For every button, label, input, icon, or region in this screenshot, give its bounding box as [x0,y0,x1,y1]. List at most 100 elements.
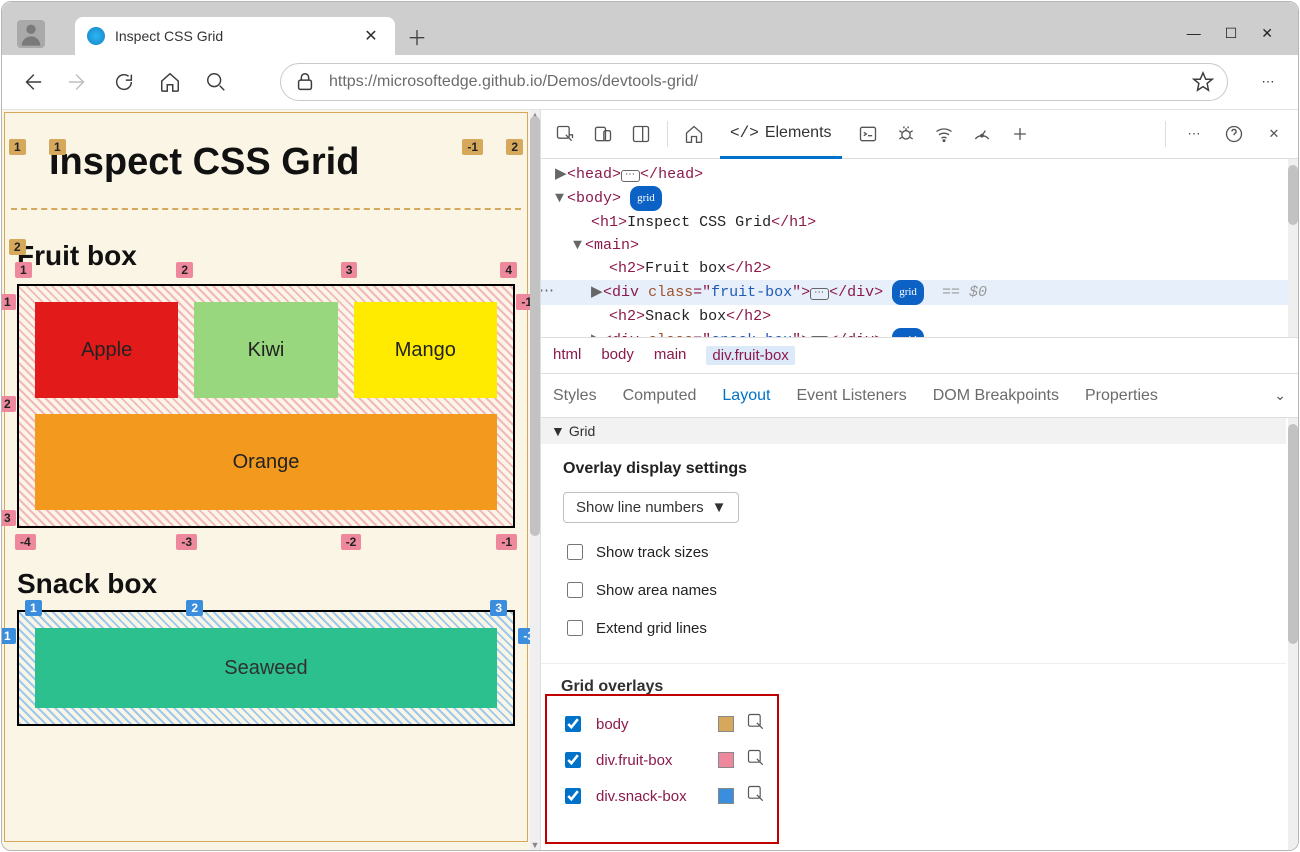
overlay-checkbox[interactable] [565,716,581,732]
fruit-col-marker: -3 [176,534,197,550]
grid-section-header[interactable]: ▼ Grid [541,418,1286,444]
fruit-col-marker: -1 [496,534,517,550]
snack-row-marker: 1 [2,628,16,644]
lock-icon[interactable] [293,70,317,94]
edge-favicon-icon [87,27,105,45]
body-col-marker: 1 [49,139,66,155]
snack-col-marker: 2 [186,600,203,616]
crumb-item[interactable]: html [553,346,581,365]
overlay-checkbox[interactable] [565,752,581,768]
browser-tab[interactable]: Inspect CSS Grid ✕ [75,17,395,55]
page-h1: Inspect CSS Grid [49,141,523,184]
welcome-icon[interactable] [682,122,706,146]
sources-bug-icon[interactable] [894,122,918,146]
console-icon[interactable] [856,122,880,146]
line-numbers-dropdown[interactable]: Show line numbers ▼ [563,492,739,523]
device-toggle-icon[interactable] [591,122,615,146]
layout-scrollbar[interactable] [1288,418,1298,850]
snack-grid: Seaweed [17,610,515,726]
fruit-row-marker: -1 [516,294,530,310]
tab-close-icon[interactable]: ✕ [359,24,383,48]
overlay-settings-heading: Overlay display settings [563,460,1264,478]
url-text: https://microsoftedge.github.io/Demos/de… [329,73,1179,91]
close-window-icon[interactable]: ✕ [1261,25,1273,42]
help-icon[interactable] [1222,122,1246,146]
crumb-item[interactable]: main [654,346,687,365]
snack-seaweed: Seaweed [35,628,497,708]
settings-dots-icon[interactable]: ⋯ [1182,122,1206,146]
dom-tree[interactable]: ▶<head>⋯</head> ▼<body> grid <h1>Inspect… [541,159,1298,337]
forward-icon [66,70,90,94]
new-tab-button[interactable]: ＋ [400,19,434,53]
body-col-marker: -1 [462,139,483,155]
overlay-color-swatch[interactable] [718,716,734,732]
pane-computed[interactable]: Computed [623,387,697,405]
fruit-kiwi: Kiwi [194,302,337,398]
fruit-orange: Orange [35,414,497,510]
fruit-box-wrapper: 1 2 3 4 1 2 3 -1 -4 -3 -2 -1 Appl [17,284,515,528]
reveal-element-icon[interactable] [746,712,766,736]
fruit-row-marker: 1 [2,294,16,310]
fruit-mango: Mango [354,302,497,398]
crumb-item[interactable]: body [601,346,634,365]
back-icon[interactable] [20,70,44,94]
refresh-icon[interactable] [112,70,136,94]
home-icon[interactable] [158,70,182,94]
grid-overlays-section: Grid overlays body div.fruit-box [541,664,1286,828]
maximize-icon[interactable]: ☐ [1225,25,1238,42]
inspect-element-icon[interactable] [553,122,577,146]
pane-styles[interactable]: Styles [553,387,597,405]
tab-title: Inspect CSS Grid [115,28,349,44]
code-icon: </> [730,124,759,142]
overlay-checkbox[interactable] [565,788,581,804]
fruit-col-marker: -2 [341,534,362,550]
check-track-sizes[interactable]: Show track sizes [563,533,1264,571]
nav-bar: https://microsoftedge.github.io/Demos/de… [2,55,1298,110]
snack-box-wrapper: 1 2 3 1 -3 Seaweed [17,610,515,726]
tab-bar: Inspect CSS Grid ✕ ＋ — ☐ ✕ [2,2,1298,55]
snack-row-marker: -3 [518,628,530,644]
snack-col-marker: 3 [490,600,507,616]
snack-heading: Snack box [17,568,523,600]
chevron-down-icon[interactable]: ⌄ [1274,387,1286,404]
overlay-color-swatch[interactable] [718,752,734,768]
close-devtools-icon[interactable]: ✕ [1262,122,1286,146]
elements-tab[interactable]: </> Elements [720,110,842,159]
fruit-grid: Apple Kiwi Mango Orange [17,284,515,528]
overlay-item-fruit: div.fruit-box [561,742,1266,778]
check-area-names[interactable]: Show area names [563,571,1264,609]
overlay-color-swatch[interactable] [718,788,734,804]
pane-layout[interactable]: Layout [722,387,770,405]
dom-selected-row[interactable]: ▶<div class="fruit-box">⋯</div> grid == … [541,280,1298,305]
profile-avatar-icon[interactable] [17,20,45,48]
fruit-row-marker: 3 [2,510,16,526]
fruit-heading: Fruit box [17,240,523,272]
reveal-element-icon[interactable] [746,784,766,808]
body-col-marker: 2 [506,139,523,155]
browser-window: Inspect CSS Grid ✕ ＋ — ☐ ✕ https://micro… [1,1,1299,851]
rendered-page: 1 1 -1 2 Inspect CSS Grid 2 Fruit box 1 … [2,110,530,850]
favorite-star-icon[interactable] [1191,70,1215,94]
dom-scrollbar[interactable] [1288,159,1298,337]
menu-icon[interactable]: ⋯ [1256,70,1280,94]
address-bar[interactable]: https://microsoftedge.github.io/Demos/de… [280,63,1228,101]
devtools-toolbar: </> Elements ⋯ ✕ [541,110,1298,159]
network-icon[interactable] [932,122,956,146]
dock-side-icon[interactable] [629,122,653,146]
fruit-col-marker: 3 [341,262,358,278]
crumb-item-selected[interactable]: div.fruit-box [706,346,794,365]
pane-properties[interactable]: Properties [1085,387,1158,405]
pane-event-listeners[interactable]: Event Listeners [796,387,906,405]
fruit-col-marker: 2 [176,262,193,278]
minimize-icon[interactable]: — [1187,25,1201,42]
pane-dom-breakpoints[interactable]: DOM Breakpoints [933,387,1059,405]
search-icon[interactable] [204,70,228,94]
performance-icon[interactable] [970,122,994,146]
content-area: 1 1 -1 2 Inspect CSS Grid 2 Fruit box 1 … [2,110,1298,850]
check-extend-lines[interactable]: Extend grid lines [563,609,1264,647]
reveal-element-icon[interactable] [746,748,766,772]
devtools-panel: </> Elements ⋯ ✕ ▶<head>⋯</head> ▼<bod [540,110,1298,850]
page-scrollbar[interactable]: ▲ ▼ [530,110,540,850]
scrollbar-thumb[interactable] [530,116,540,536]
more-tabs-icon[interactable] [1008,122,1032,146]
